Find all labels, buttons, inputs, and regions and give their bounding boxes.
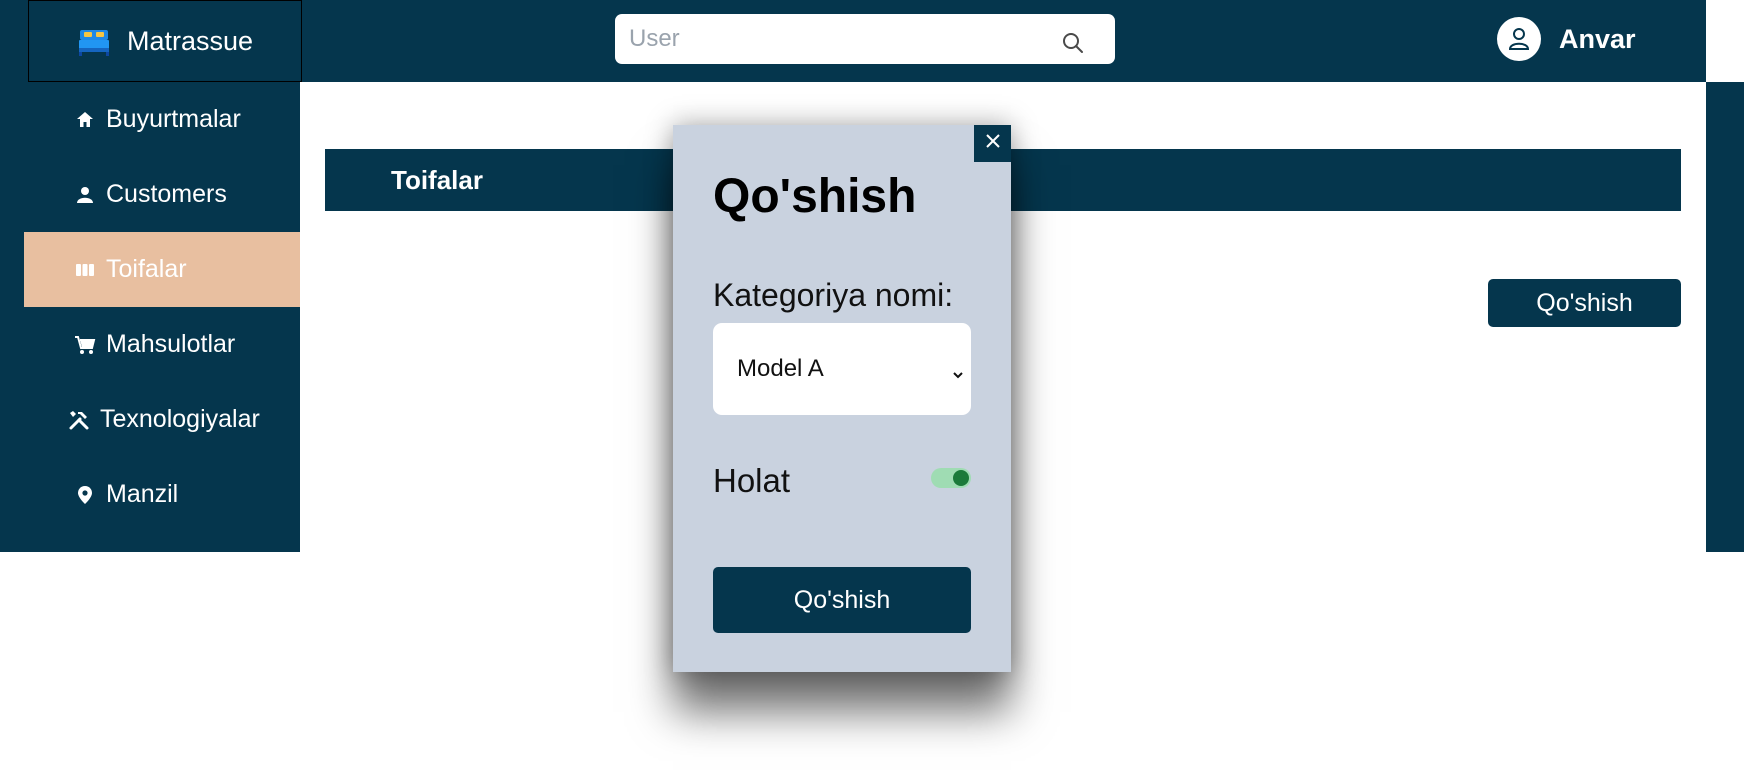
sidebar-item-texnologiyalar[interactable]: Texnologiyalar bbox=[24, 382, 300, 457]
status-label: Holat bbox=[713, 462, 791, 499]
tools-icon bbox=[68, 409, 90, 431]
status-toggle[interactable] bbox=[931, 468, 971, 488]
brand[interactable]: Matrassue bbox=[28, 0, 302, 82]
search-bar bbox=[615, 14, 1115, 64]
submit-button[interactable]: Qo'shish bbox=[713, 567, 971, 633]
modal-title: Qo'shish bbox=[713, 170, 917, 223]
sidebar-item-label: Toifalar bbox=[106, 255, 187, 283]
sidebar-item-buyurtmalar[interactable]: Buyurtmalar bbox=[24, 82, 300, 157]
bed-icon bbox=[77, 24, 111, 58]
top-bar: Matrassue Anvar bbox=[0, 0, 1706, 82]
add-button[interactable]: Qo'shish bbox=[1488, 279, 1681, 327]
brand-name: Matrassue bbox=[127, 25, 254, 56]
user-icon bbox=[1497, 17, 1541, 61]
sidebar-item-label: Customers bbox=[106, 180, 227, 208]
sidebar-item-mahsulotlar[interactable]: Mahsulotlar bbox=[24, 307, 300, 382]
sidebar-item-customers[interactable]: Customers bbox=[24, 157, 300, 232]
sidebar-item-label: Mahsulotlar bbox=[106, 330, 236, 358]
sidebar: Buyurtmalar Customers Toifalar Mahsulotl… bbox=[0, 82, 300, 552]
category-select[interactable]: Model A bbox=[713, 323, 971, 415]
sidebar-item-toifalar[interactable]: Toifalar bbox=[24, 232, 300, 307]
close-button[interactable] bbox=[974, 125, 1011, 162]
category-select-value: Model A bbox=[737, 355, 824, 382]
user-menu[interactable]: Anvar bbox=[1497, 17, 1636, 61]
search-icon[interactable] bbox=[1061, 31, 1085, 55]
category-label: Kategoriya nomi: bbox=[713, 277, 954, 313]
location-pin-icon bbox=[74, 484, 96, 506]
home-icon bbox=[74, 109, 96, 131]
sidebar-item-label: Buyurtmalar bbox=[106, 105, 241, 133]
sidebar-item-manzil[interactable]: Manzil bbox=[24, 457, 300, 532]
cart-icon bbox=[74, 334, 96, 356]
columns-icon bbox=[74, 259, 96, 281]
sidebar-item-label: Manzil bbox=[106, 480, 179, 508]
chevron-down-icon bbox=[951, 361, 965, 379]
close-icon bbox=[985, 133, 1001, 154]
add-category-modal: Qo'shish Kategoriya nomi: Model A Holat … bbox=[673, 125, 1011, 672]
right-frame bbox=[1706, 82, 1744, 552]
sidebar-item-label: Texnologiyalar bbox=[100, 405, 260, 433]
user-name: Anvar bbox=[1559, 23, 1636, 54]
toggle-knob bbox=[953, 470, 969, 486]
page-title-text: Toifalar bbox=[391, 164, 483, 195]
search-input[interactable] bbox=[629, 25, 1049, 53]
person-icon bbox=[74, 184, 96, 206]
